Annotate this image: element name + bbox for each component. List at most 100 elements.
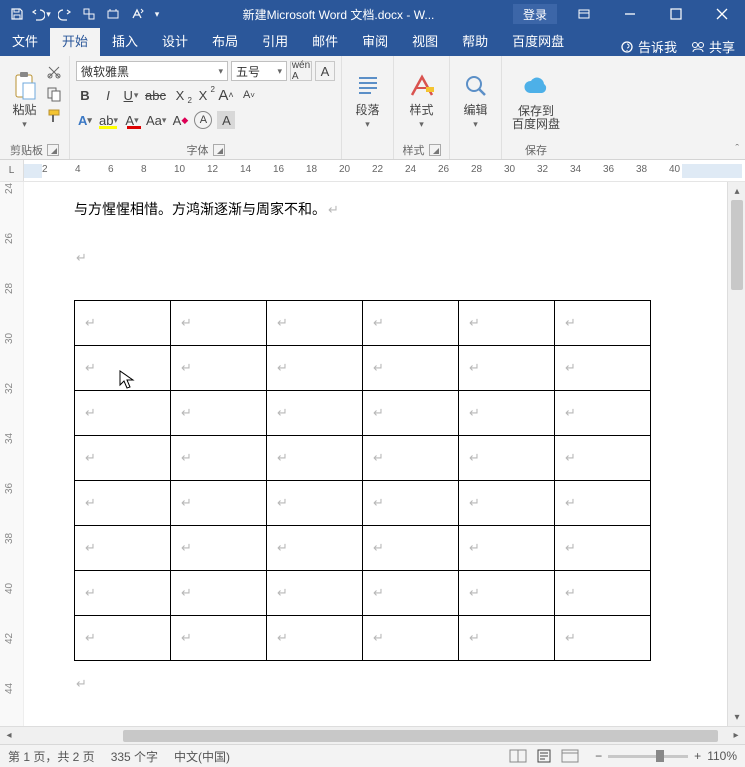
table-cell[interactable]: ↵ xyxy=(459,436,555,481)
table-cell[interactable]: ↵ xyxy=(75,346,171,391)
table-cell[interactable]: ↵ xyxy=(171,481,267,526)
tab-review[interactable]: 审阅 xyxy=(350,28,400,56)
table-cell[interactable]: ↵ xyxy=(555,301,651,346)
table-cell[interactable]: ↵ xyxy=(171,571,267,616)
qat-icon[interactable] xyxy=(126,3,148,25)
table-cell[interactable]: ↵ xyxy=(171,391,267,436)
table-cell[interactable]: ↵ xyxy=(267,301,363,346)
print-layout-icon[interactable] xyxy=(535,749,553,763)
table-cell[interactable]: ↵ xyxy=(459,481,555,526)
subscript-icon[interactable]: X xyxy=(171,86,189,104)
table-cell[interactable]: ↵ xyxy=(75,481,171,526)
scroll-down-icon[interactable]: ▾ xyxy=(728,708,745,726)
table-cell[interactable]: ↵ xyxy=(459,616,555,661)
char-border-icon[interactable]: A xyxy=(315,61,335,81)
table-cell[interactable]: ↵ xyxy=(555,571,651,616)
format-painter-icon[interactable] xyxy=(45,107,63,125)
superscript-icon[interactable]: X xyxy=(194,86,212,104)
table-cell[interactable]: ↵ xyxy=(363,436,459,481)
table-cell[interactable]: ↵ xyxy=(267,436,363,481)
table-cell[interactable]: ↵ xyxy=(171,526,267,571)
shrink-font-icon[interactable]: A˅ xyxy=(240,86,258,104)
dialog-launcher-icon[interactable] xyxy=(429,144,441,156)
scrollbar-thumb[interactable] xyxy=(123,730,718,742)
table-cell[interactable]: ↵ xyxy=(171,346,267,391)
font-color-icon[interactable]: A▾ xyxy=(123,111,141,129)
read-mode-icon[interactable] xyxy=(509,749,527,763)
tab-references[interactable]: 引用 xyxy=(250,28,300,56)
table-cell[interactable]: ↵ xyxy=(555,391,651,436)
tab-layout[interactable]: 布局 xyxy=(200,28,250,56)
highlight-icon[interactable]: ab▾ xyxy=(99,111,118,129)
zoom-level[interactable]: 110% xyxy=(707,749,737,763)
table-cell[interactable]: ↵ xyxy=(363,616,459,661)
table-cell[interactable]: ↵ xyxy=(459,571,555,616)
scroll-right-icon[interactable]: ▸ xyxy=(727,727,745,745)
table-cell[interactable]: ↵ xyxy=(267,526,363,571)
qat-icon[interactable] xyxy=(78,3,100,25)
minimize-icon[interactable] xyxy=(607,0,653,28)
table-cell[interactable]: ↵ xyxy=(459,301,555,346)
font-name-combo[interactable]: 微软雅黑▾ xyxy=(76,61,228,81)
table-cell[interactable]: ↵ xyxy=(75,301,171,346)
tab-home[interactable]: 开始 xyxy=(50,28,100,56)
table-cell[interactable]: ↵ xyxy=(171,436,267,481)
styles-button[interactable]: 样式▾ xyxy=(400,59,443,141)
qat-more-icon[interactable]: ▾ xyxy=(150,3,164,25)
horizontal-ruler[interactable]: L 24681012141618202224262830323436384042 xyxy=(0,160,745,182)
paragraph-button[interactable]: 段落▾ xyxy=(348,59,387,141)
scroll-up-icon[interactable]: ▴ xyxy=(728,182,745,200)
table-cell[interactable]: ↵ xyxy=(171,301,267,346)
vertical-ruler[interactable]: 2426283032343638404244 xyxy=(0,182,24,726)
table-cell[interactable]: ↵ xyxy=(555,346,651,391)
table-cell[interactable]: ↵ xyxy=(267,571,363,616)
document-table[interactable]: ↵↵↵↵↵↵↵↵↵↵↵↵↵↵↵↵↵↵↵↵↵↵↵↵↵↵↵↵↵↵↵↵↵↵↵↵↵↵↵↵… xyxy=(74,300,651,661)
table-cell[interactable]: ↵ xyxy=(459,526,555,571)
change-case-icon[interactable]: Aa▾ xyxy=(146,111,166,129)
grow-font-icon[interactable]: A˄ xyxy=(217,86,235,104)
table-cell[interactable]: ↵ xyxy=(75,391,171,436)
table-cell[interactable]: ↵ xyxy=(555,436,651,481)
table-cell[interactable]: ↵ xyxy=(75,526,171,571)
paste-button[interactable]: 粘贴▾ xyxy=(6,59,43,141)
editing-button[interactable]: 编辑▾ xyxy=(456,59,495,141)
italic-icon[interactable]: I xyxy=(99,86,117,104)
table-cell[interactable]: ↵ xyxy=(363,301,459,346)
login-button[interactable]: 登录 xyxy=(513,4,557,24)
save-icon[interactable] xyxy=(6,3,28,25)
document-page[interactable]: 与方惺惺相惜。方鸿渐逐渐与周家不和。↵ ↵ ↵↵↵↵↵↵↵↵↵↵↵↵↵↵↵↵↵↵… xyxy=(24,182,727,726)
scroll-left-icon[interactable]: ◂ xyxy=(0,727,18,745)
share-button[interactable]: 共享 xyxy=(691,37,735,56)
table-cell[interactable]: ↵ xyxy=(267,391,363,436)
scrollbar-thumb[interactable] xyxy=(731,200,743,290)
clear-format-icon[interactable]: A◆ xyxy=(171,111,189,129)
tab-design[interactable]: 设计 xyxy=(150,28,200,56)
tab-baidu[interactable]: 百度网盘 xyxy=(500,28,576,56)
enclose-char-icon[interactable]: A xyxy=(194,111,212,129)
phonetic-guide-icon[interactable]: wénA xyxy=(290,61,312,81)
save-baidu-button[interactable]: 保存到 百度网盘 xyxy=(508,59,564,141)
close-icon[interactable] xyxy=(699,0,745,28)
table-cell[interactable]: ↵ xyxy=(75,616,171,661)
cut-icon[interactable] xyxy=(45,63,63,81)
table-cell[interactable]: ↵ xyxy=(459,391,555,436)
table-cell[interactable]: ↵ xyxy=(555,526,651,571)
table-cell[interactable]: ↵ xyxy=(267,616,363,661)
word-count[interactable]: 335 个字 xyxy=(111,748,158,765)
table-cell[interactable]: ↵ xyxy=(363,391,459,436)
table-cell[interactable]: ↵ xyxy=(171,616,267,661)
dialog-launcher-icon[interactable] xyxy=(213,144,225,156)
table-cell[interactable]: ↵ xyxy=(555,481,651,526)
ribbon-options-icon[interactable] xyxy=(561,0,607,28)
web-layout-icon[interactable] xyxy=(561,749,579,763)
table-cell[interactable]: ↵ xyxy=(459,346,555,391)
table-cell[interactable]: ↵ xyxy=(75,571,171,616)
table-cell[interactable]: ↵ xyxy=(267,346,363,391)
collapse-ribbon-icon[interactable]: ˆ xyxy=(735,143,739,155)
tab-help[interactable]: 帮助 xyxy=(450,28,500,56)
table-cell[interactable]: ↵ xyxy=(363,571,459,616)
qat-icon[interactable] xyxy=(102,3,124,25)
char-shading-icon[interactable]: A xyxy=(217,111,235,129)
tell-me[interactable]: 告诉我 xyxy=(620,37,677,56)
page-count[interactable]: 第 1 页，共 2 页 xyxy=(8,748,95,765)
